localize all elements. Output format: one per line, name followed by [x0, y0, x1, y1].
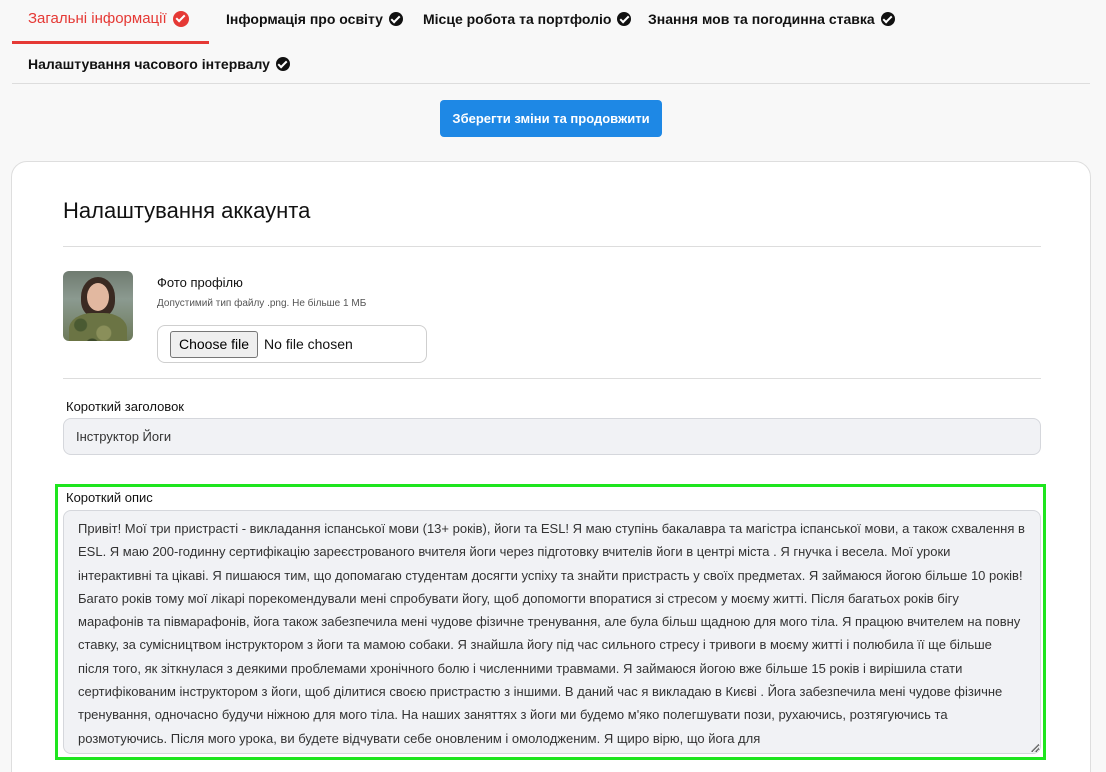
profile-photo-label: Фото профілю — [157, 275, 243, 290]
avatar — [63, 271, 133, 341]
file-input[interactable]: Choose file No file chosen — [157, 325, 427, 363]
page-title: Налаштування аккаунта — [63, 198, 311, 223]
check-circle-icon — [617, 12, 632, 26]
choose-file-button[interactable]: Choose file — [170, 330, 259, 358]
check-circle-icon — [388, 12, 403, 26]
focus-highlight — [55, 484, 1046, 760]
tab-general-info[interactable]: Загальні інформації — [28, 10, 189, 27]
headline-input[interactable] — [63, 418, 1041, 455]
tab-time-interval[interactable]: Налаштування часового інтервалу — [28, 56, 290, 72]
check-circle-icon — [275, 57, 290, 71]
save-and-continue-button[interactable]: Зберегти зміни та продовжити — [440, 100, 662, 137]
profile-photo-hint: Допустимий тип файлу .png. Не більше 1 М… — [157, 298, 367, 309]
divider — [63, 246, 1041, 247]
tab-workplace-portfolio[interactable]: Місце робота та портфоліо — [423, 11, 632, 27]
divider — [63, 378, 1041, 379]
check-circle-icon — [172, 10, 189, 27]
tab-bar: Загальні інформації Інформація про освіт… — [12, 0, 1090, 84]
tab-label: Знання мов та погодинна ставка — [648, 11, 875, 27]
file-status: No file chosen — [264, 336, 353, 352]
tab-languages-rate[interactable]: Знання мов та погодинна ставка — [648, 11, 895, 27]
tab-label: Загальні інформації — [28, 10, 167, 27]
tab-label: Інформація про освіту — [226, 11, 383, 27]
check-circle-icon — [880, 12, 895, 26]
tab-label: Налаштування часового інтервалу — [28, 56, 270, 72]
active-tab-indicator — [12, 41, 209, 44]
tab-education[interactable]: Інформація про освіту — [226, 11, 403, 27]
headline-label: Короткий заголовок — [66, 399, 184, 414]
tab-label: Місце робота та портфоліо — [423, 11, 612, 27]
